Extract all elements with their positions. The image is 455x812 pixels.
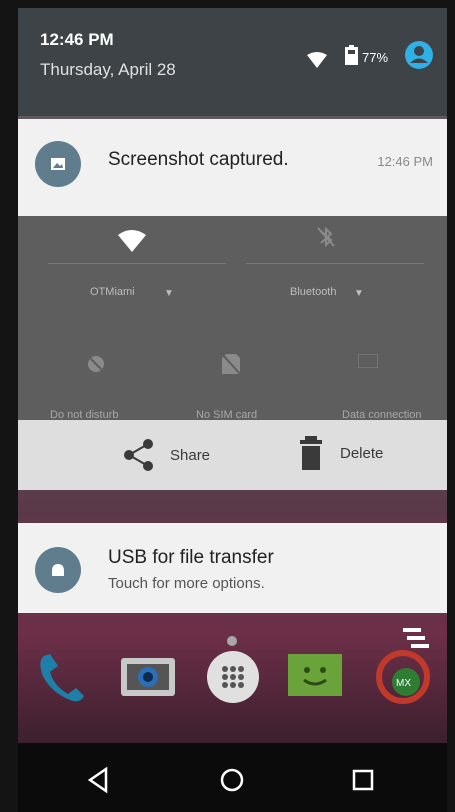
- status-header: 12:46 PM Thursday, April 28 77%: [18, 8, 447, 116]
- usb-notification[interactable]: USB for file transfer Touch for more opt…: [18, 523, 447, 613]
- divider: [48, 263, 226, 264]
- notification-time: 12:46 PM: [377, 154, 433, 169]
- notification-actions: Share Delete: [18, 420, 447, 490]
- divider: [246, 263, 424, 264]
- no-sim-icon[interactable]: [222, 354, 240, 374]
- camera-icon[interactable]: [119, 648, 177, 706]
- share-icon: [124, 439, 153, 471]
- bluetooth-off-icon[interactable]: [316, 226, 336, 248]
- battery-percent: 77%: [362, 50, 389, 65]
- image-icon: [35, 141, 81, 187]
- wifi-icon: [307, 52, 327, 68]
- back-icon[interactable]: [84, 765, 114, 795]
- navigation-bar: [18, 743, 447, 812]
- menu-icon[interactable]: [403, 628, 429, 650]
- notification-subtitle: Touch for more options.: [108, 575, 265, 592]
- bluetooth-label[interactable]: Bluetooth: [290, 286, 336, 298]
- profile-icon[interactable]: [405, 41, 433, 69]
- share-button[interactable]: Share: [122, 438, 210, 472]
- recents-icon[interactable]: [348, 765, 378, 795]
- data-icon[interactable]: [358, 354, 378, 368]
- chevron-down-icon: ▼: [164, 288, 174, 299]
- notification-title: USB for file transfer: [108, 547, 274, 568]
- mx-player-icon[interactable]: MX: [374, 648, 432, 706]
- notification-shade: 12:46 PM Thursday, April 28 77% Screensh…: [18, 8, 447, 812]
- clock-date: Thursday, April 28: [40, 60, 176, 79]
- battery-icon: [345, 45, 358, 65]
- home-icon[interactable]: [217, 765, 247, 795]
- home-dock: MX: [18, 648, 447, 712]
- android-icon: [35, 547, 81, 593]
- clock-time: 12:46 PM: [40, 30, 114, 49]
- notification-title: Screenshot captured.: [108, 149, 289, 170]
- wifi-network-label[interactable]: OTMiami: [90, 286, 135, 298]
- svg-text:MX: MX: [396, 678, 411, 689]
- phone-icon[interactable]: [32, 648, 90, 706]
- quick-settings-panel: OTMiami ▼ Bluetooth ▼ Do not disturb No …: [18, 216, 447, 421]
- screenshot-notification[interactable]: Screenshot captured. 12:46 PM: [18, 119, 447, 216]
- share-label: Share: [170, 446, 211, 464]
- dnd-off-icon[interactable]: [86, 354, 106, 374]
- wifi-toggle-icon[interactable]: [118, 230, 146, 252]
- app-drawer-icon[interactable]: [204, 648, 262, 706]
- chevron-down-icon: ▼: [354, 288, 364, 299]
- delete-button[interactable]: Delete: [300, 436, 383, 470]
- page-indicator: [227, 636, 237, 646]
- messaging-icon[interactable]: [286, 648, 344, 706]
- trash-icon: [300, 436, 322, 470]
- delete-label: Delete: [340, 444, 384, 462]
